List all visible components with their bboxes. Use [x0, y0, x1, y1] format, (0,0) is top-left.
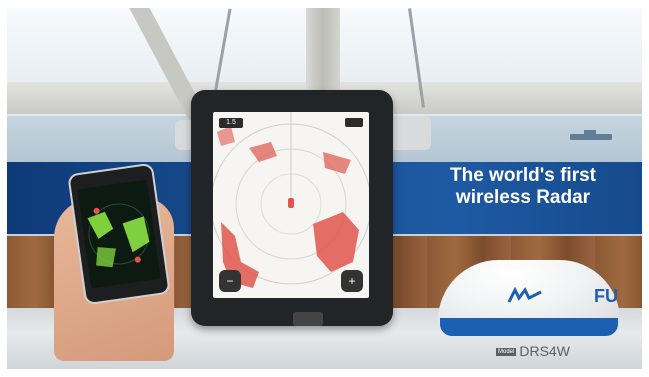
phone-radar-display [77, 179, 161, 289]
image-frame: The world's first wireless Radar 1.5 − + [0, 0, 649, 377]
range-badge: 1.5 [219, 118, 243, 128]
headline-line-1: The world's first [450, 165, 596, 186]
radome-base [440, 318, 618, 336]
phone-radar-scope [87, 203, 150, 268]
radar-display: 1.5 − + [213, 112, 369, 298]
wave-logo-icon [507, 286, 542, 303]
distant-ship [570, 130, 612, 140]
smartphone-device [67, 162, 171, 306]
brand-name: FU [594, 286, 618, 306]
zoom-in-icon: + [341, 270, 363, 292]
headline: The world's first wireless Radar [438, 165, 608, 209]
tablet-mount-foot [293, 312, 323, 326]
status-badge [345, 118, 363, 127]
model-label: Model DRS4W [496, 343, 586, 359]
model-name: DRS4W [519, 343, 570, 359]
headline-line-2: wireless Radar [455, 187, 591, 208]
mount-clamp [389, 116, 431, 150]
brand-logo [507, 286, 543, 306]
model-prefix: Model [496, 348, 517, 357]
zoom-out-icon: − [219, 270, 241, 292]
tablet-device: 1.5 − + [191, 90, 393, 326]
